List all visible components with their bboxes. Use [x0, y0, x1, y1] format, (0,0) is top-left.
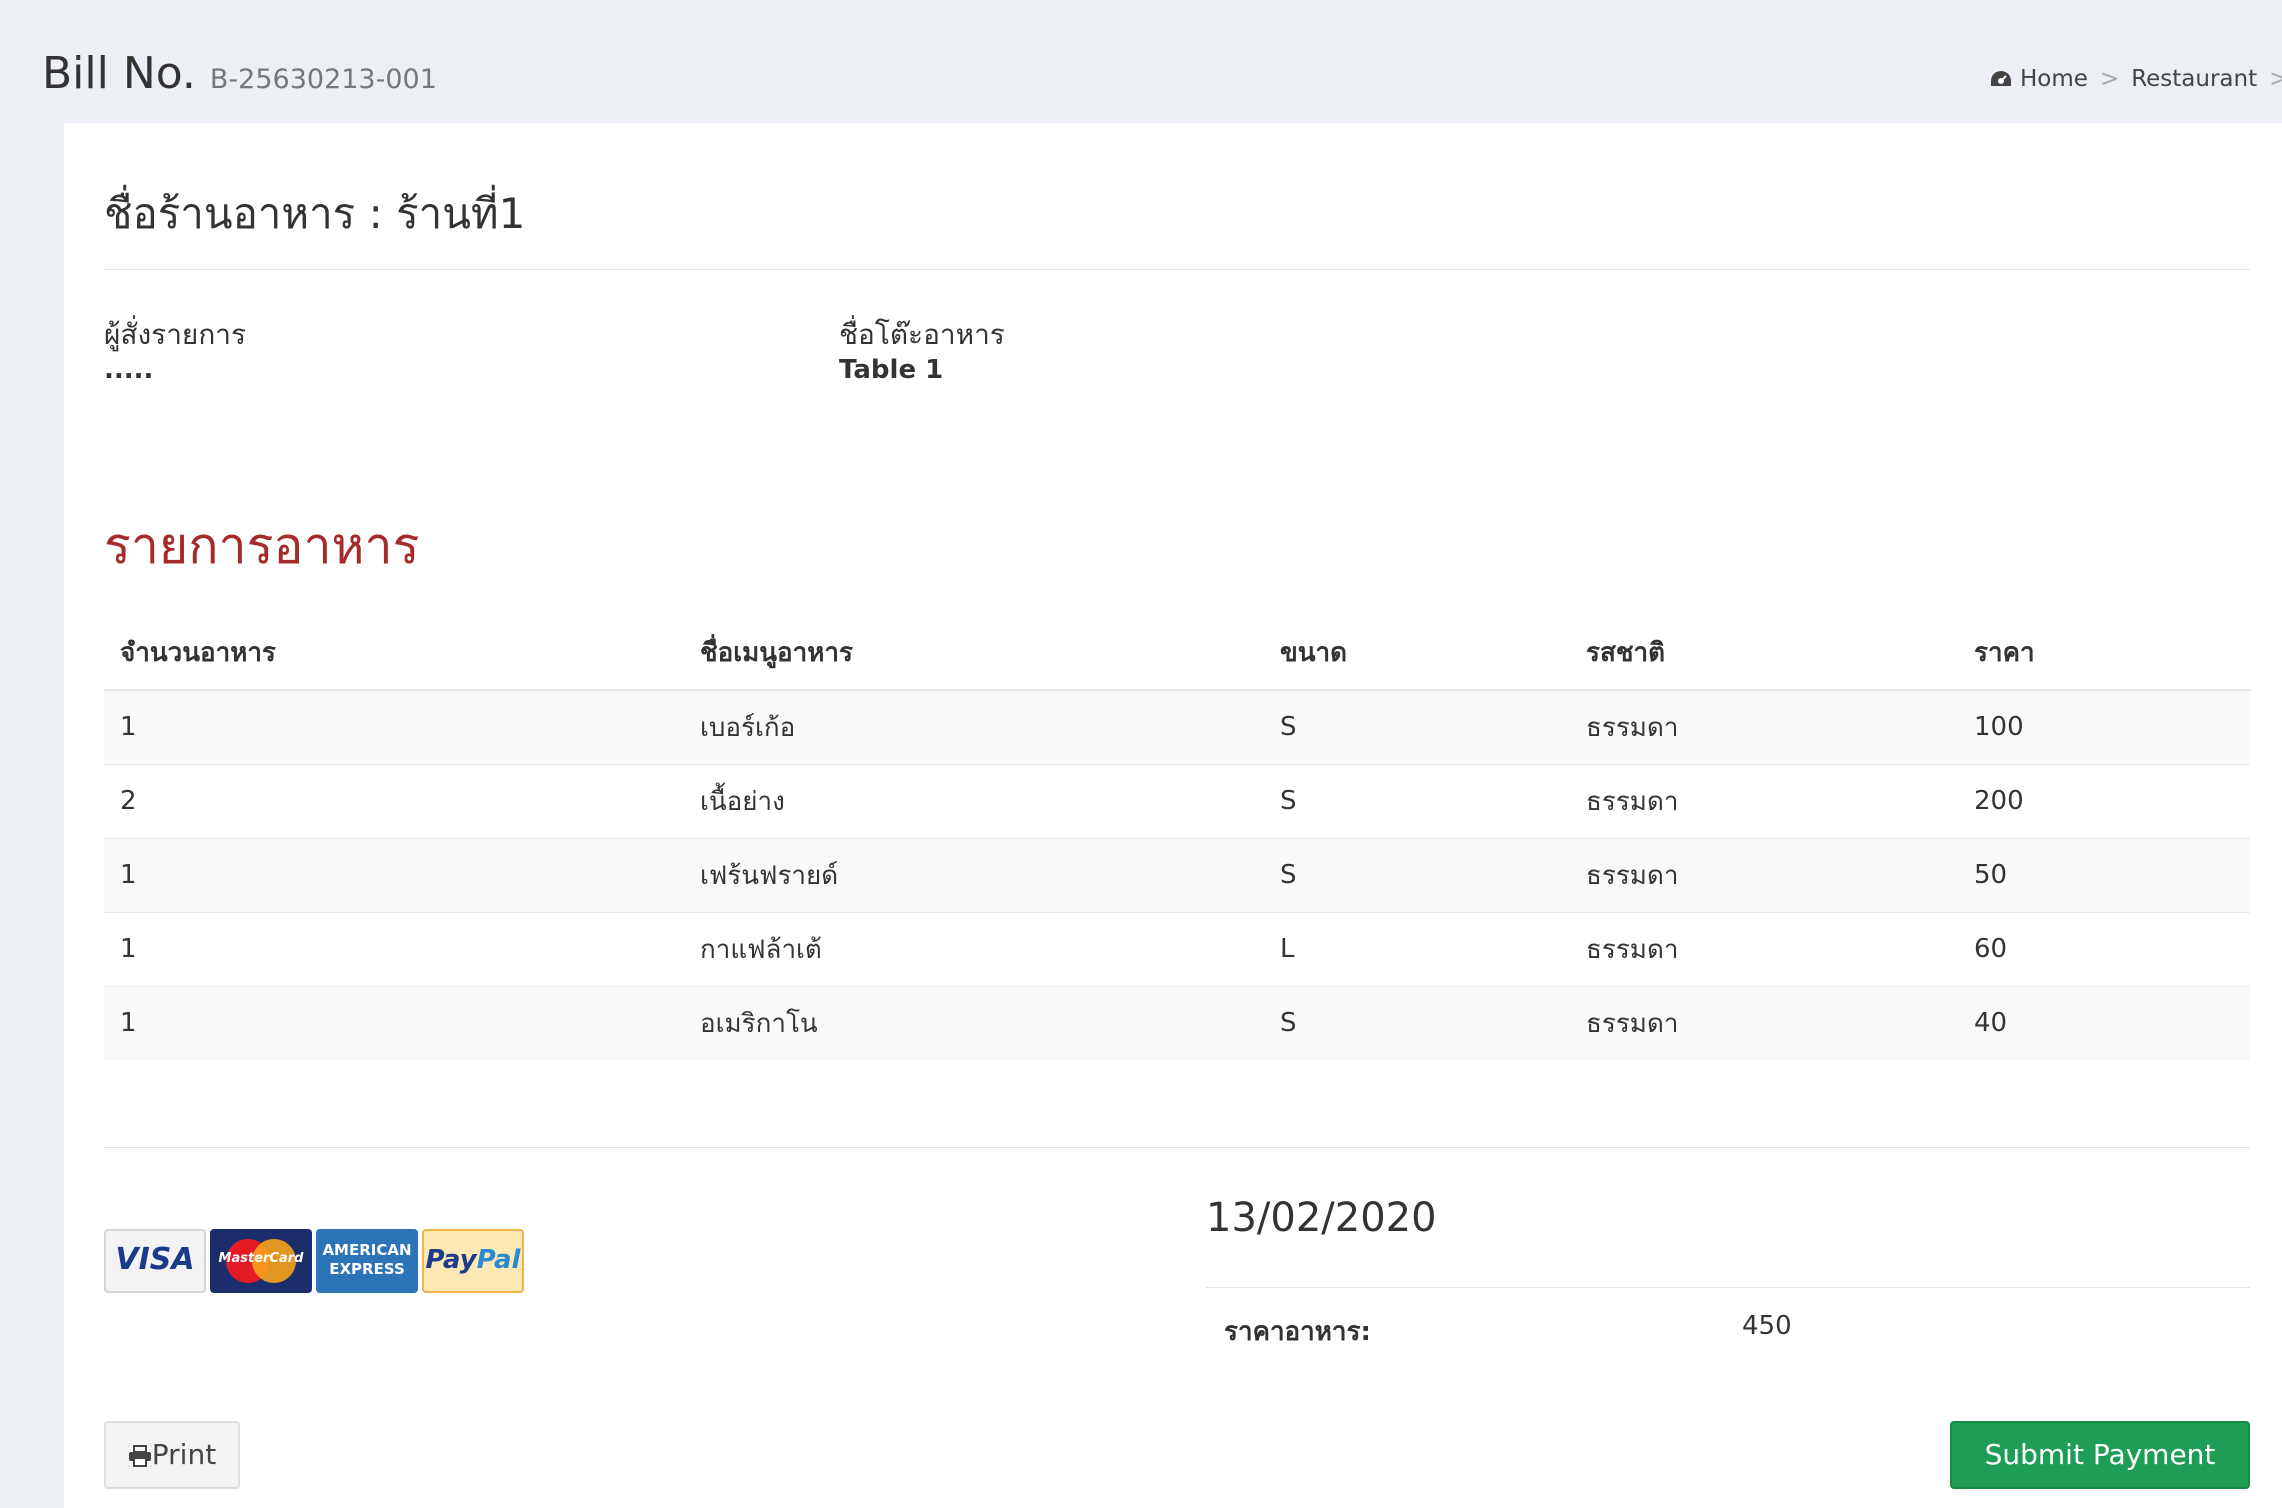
- quantity-cell: 1: [104, 911, 684, 986]
- total-value: 450: [1742, 1311, 1792, 1341]
- menu-name-cell: กาแฟล้าเต้: [684, 911, 1264, 986]
- total-label: ราคาอาหาร:: [1224, 1317, 1371, 1347]
- breadcrumb-separator: >: [2099, 66, 2120, 92]
- bill-date: 13/02/2020: [1206, 1195, 1437, 1241]
- restaurant-title: ชื่อร้านอาหาร : ร้านที่1: [104, 189, 526, 238]
- amex-text-bottom: EXPRESS: [329, 1260, 405, 1278]
- table-row: 1 อเมริกาโน S ธรรมดา 40: [104, 985, 2250, 1060]
- dashboard-icon: [1991, 71, 2011, 86]
- price-cell: 100: [1958, 689, 2250, 764]
- size-cell: S: [1264, 763, 1570, 838]
- table-header-row: จำนวนอาหาร ชื่อเมนูอาหาร ขนาด รสชาติ ราค…: [104, 616, 2250, 691]
- flavor-cell: ธรรมดา: [1570, 763, 1958, 838]
- paypal-text-pal: Pal: [476, 1245, 521, 1275]
- quantity-cell: 2: [104, 763, 684, 838]
- bill-card: ชื่อร้านอาหาร : ร้านที่1 ผู้สั่งรายการ .…: [64, 123, 2282, 1508]
- size-cell: S: [1264, 689, 1570, 764]
- menu-name-cell: เฟร้นฟรายด์: [684, 837, 1264, 912]
- divider: [1206, 1287, 2250, 1288]
- menu-name-cell: เนื้อย่าง: [684, 763, 1264, 838]
- mastercard-card-icon: MasterCard: [210, 1229, 312, 1293]
- flavor-cell: ธรรมดา: [1570, 689, 1958, 764]
- items-table: จำนวนอาหาร ชื่อเมนูอาหาร ขนาด รสชาติ ราค…: [104, 616, 2250, 1060]
- breadcrumb: Home > Restaurant >: [1990, 66, 2282, 92]
- paypal-card-icon: PayPal: [422, 1229, 524, 1293]
- bill-number: B-25630213-001: [209, 64, 437, 95]
- size-cell: L: [1264, 911, 1570, 986]
- amex-card-icon: AMERICAN EXPRESS: [316, 1229, 418, 1293]
- column-header: ขนาด: [1264, 616, 1570, 691]
- paypal-text-pay: Pay: [425, 1245, 477, 1275]
- price-cell: 200: [1958, 763, 2250, 838]
- breadcrumb-home[interactable]: Home: [2020, 66, 2088, 92]
- divider: [104, 269, 2250, 270]
- flavor-cell: ธรรมดา: [1570, 985, 1958, 1060]
- items-section-title: รายการอาหาร: [104, 517, 420, 575]
- column-header: จำนวนอาหาร: [104, 616, 684, 691]
- table-row: 1 เฟร้นฟรายด์ S ธรรมดา 50: [104, 837, 2250, 912]
- table-value: Table 1: [839, 355, 944, 385]
- menu-name-cell: อเมริกาโน: [684, 985, 1264, 1060]
- print-button[interactable]: Print: [104, 1421, 240, 1489]
- size-cell: S: [1264, 837, 1570, 912]
- orderer-label: ผู้สั่งรายการ: [104, 318, 247, 351]
- orderer-value: .....: [104, 355, 154, 385]
- column-header: รสชาติ: [1570, 616, 1958, 691]
- price-cell: 40: [1958, 985, 2250, 1060]
- payment-methods: VISA MasterCard AMERICAN EXPRESS PayPal: [104, 1229, 528, 1293]
- print-button-label: Print: [151, 1438, 217, 1471]
- page-title-text: Bill No.: [42, 48, 196, 99]
- mastercard-text: MasterCard: [218, 1251, 304, 1266]
- menu-name-cell: เบอร์เก้อ: [684, 689, 1264, 764]
- flavor-cell: ธรรมดา: [1570, 911, 1958, 986]
- price-cell: 60: [1958, 911, 2250, 986]
- amex-text-top: AMERICAN: [322, 1241, 412, 1259]
- table-row: 2 เนื้อย่าง S ธรรมดา 200: [104, 763, 2250, 838]
- size-cell: S: [1264, 985, 1570, 1060]
- printer-icon: [128, 1445, 151, 1467]
- table-row: 1 เบอร์เก้อ S ธรรมดา 100: [104, 689, 2250, 764]
- price-cell: 50: [1958, 837, 2250, 912]
- quantity-cell: 1: [104, 985, 684, 1060]
- quantity-cell: 1: [104, 837, 684, 912]
- divider: [104, 1147, 2250, 1148]
- table-label: ชื่อโต๊ะอาหาร: [839, 318, 1005, 351]
- page-header: Bill No. B-25630213-001 Home > Restaurant >: [0, 0, 2282, 123]
- column-header: ราคา: [1958, 616, 2250, 691]
- page-title: Bill No. B-25630213-001: [42, 48, 437, 99]
- column-header: ชื่อเมนูอาหาร: [684, 616, 1264, 691]
- breadcrumb-separator: >: [2269, 66, 2282, 92]
- breadcrumb-restaurant[interactable]: Restaurant: [2131, 66, 2257, 92]
- submit-payment-button[interactable]: Submit Payment: [1950, 1421, 2250, 1489]
- table-row: 1 กาแฟล้าเต้ L ธรรมดา 60: [104, 911, 2250, 986]
- flavor-cell: ธรรมดา: [1570, 837, 1958, 912]
- quantity-cell: 1: [104, 689, 684, 764]
- visa-card-icon: VISA: [104, 1229, 206, 1293]
